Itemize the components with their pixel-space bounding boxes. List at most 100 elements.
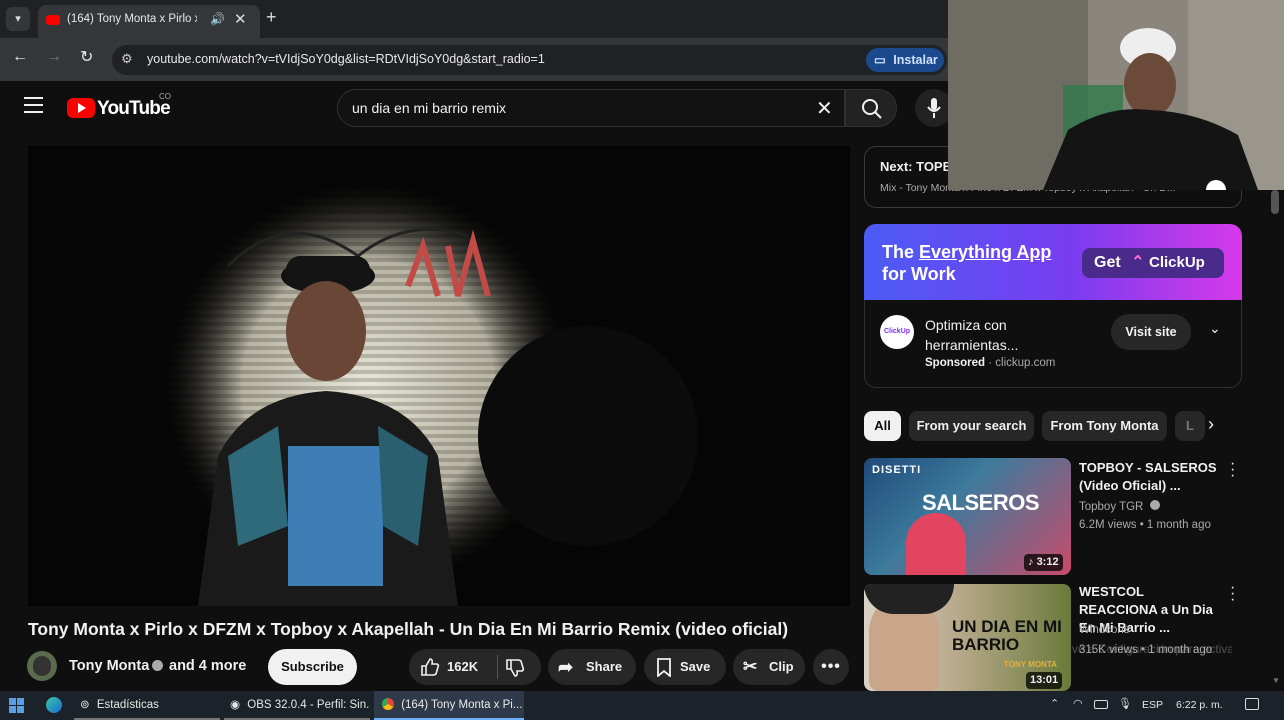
language-indicator[interactable]: ESP — [1142, 699, 1163, 711]
chip-from-your-search[interactable]: From your search — [909, 411, 1034, 441]
url-text: youtube.com/watch?v=tVIdjSoY0dg&list=RDt… — [147, 52, 545, 66]
webcam-overlay — [948, 0, 1284, 190]
page-scrollbar[interactable] — [1271, 190, 1279, 214]
rec-menu-icon-1[interactable]: · · · — [1230, 456, 1235, 484]
thumb-main-text: SALSEROS — [922, 490, 1040, 515]
forward-icon[interactable]: → — [46, 48, 62, 66]
chevron-down-icon[interactable]: ⌄ — [1209, 320, 1221, 337]
install-app-button[interactable]: ▭ Instalar — [866, 48, 944, 72]
chips-next-icon[interactable]: › — [1208, 414, 1214, 435]
dislike-button[interactable] — [498, 649, 541, 685]
search-input[interactable]: un dia en mi barrio remix ✕ — [337, 89, 845, 127]
site-info-icon[interactable]: ⚙ — [121, 51, 133, 67]
chip-partial[interactable]: L — [1175, 411, 1205, 441]
verified-icon — [1149, 500, 1160, 510]
tab-search-button[interactable]: ▾ — [6, 7, 30, 31]
address-bar[interactable]: ⚙ youtube.com/watch?v=tVIdjSoY0dg&list=R… — [112, 45, 947, 75]
network-icon[interactable]: ◠ — [1073, 697, 1083, 710]
reload-icon[interactable]: ↻ — [80, 47, 93, 67]
rec-channel-name-1: Topboy TGR — [1079, 501, 1144, 513]
save-button[interactable]: Save — [644, 649, 726, 685]
rec-title-1[interactable]: TOPBOY - SALSEROS (Video Oficial) ... — [1079, 459, 1219, 495]
taskbar-item-obs-label: OBS 32.0.4 - Perfil: Sin... — [247, 699, 370, 711]
clear-search-icon[interactable]: ✕ — [816, 96, 833, 121]
tab-title: (164) Tony Monta x Pirlo x D — [67, 13, 197, 25]
menu-icon[interactable] — [24, 97, 43, 113]
thumbs-down-icon — [506, 659, 525, 677]
browser-tab-active[interactable]: (164) Tony Monta x Pirlo x D 🔊 ✕ — [38, 5, 260, 38]
country-code: CO — [159, 92, 171, 101]
ad-domain: clickup.com — [995, 357, 1056, 369]
ad-description: Optimiza con herramientas... — [925, 317, 1019, 353]
share-label: Share — [586, 659, 623, 674]
battery-icon[interactable] — [1094, 700, 1108, 709]
duration-badge: 13:01 — [1026, 672, 1063, 689]
tab-audio-icon[interactable]: 🔊 — [210, 12, 225, 26]
visit-site-button[interactable]: Visit site — [1111, 314, 1191, 350]
rec-meta-1: 6.2M views • 1 month ago — [1079, 519, 1211, 531]
taskbar-item-chrome[interactable]: (164) Tony Monta x Pi... — [374, 691, 524, 720]
thumb-sub-text: TONY MONTA — [1004, 660, 1057, 669]
chrome-icon — [382, 698, 394, 710]
search-button[interactable] — [845, 89, 897, 127]
tray-expand-icon[interactable]: ⌃ — [1050, 697, 1059, 710]
subscribe-button[interactable]: Subscribe — [268, 649, 357, 685]
channel-name[interactable]: Tony Monta — [69, 658, 149, 674]
chip-all[interactable]: All — [864, 411, 901, 441]
ad-cta-get: Get — [1094, 254, 1121, 271]
collaborators-label[interactable]: and 4 more — [169, 658, 246, 674]
chip-from-tony-monta[interactable]: From Tony Monta — [1042, 411, 1167, 441]
edge-icon[interactable] — [46, 697, 62, 713]
thumb-top-text: DISETTI — [872, 464, 922, 476]
search-query: un dia en mi barrio remix — [352, 100, 507, 116]
next-label: Next: TOPB — [880, 159, 952, 174]
install-label: Instalar — [893, 53, 938, 67]
scissors-icon: ✂ — [743, 657, 758, 676]
windows-taskbar: ⊚ Estadísticas ◉ OBS 32.0.4 - Perfil: Si… — [0, 691, 1284, 720]
video-frame — [28, 146, 850, 606]
ad-cta-badge: Get ⌃ ClickUp — [1082, 248, 1224, 278]
share-button[interactable]: ➦ Share — [548, 649, 636, 685]
taskbar-item-obs[interactable]: ◉ OBS 32.0.4 - Perfil: Sin... — [224, 691, 370, 720]
advertiser-logo[interactable]: ClickUp — [880, 315, 914, 349]
youtube-wordmark: YouTube — [97, 98, 171, 119]
thumbs-up-icon — [421, 658, 440, 676]
like-button[interactable]: 162K — [409, 649, 497, 685]
ad-headline-line2: for Work — [882, 264, 956, 284]
taskbar-item-stats[interactable]: ⊚ Estadísticas — [74, 691, 220, 720]
bookmark-icon — [657, 658, 671, 677]
system-clock[interactable]: 6:22 p. m. — [1176, 699, 1223, 711]
scroll-down-icon[interactable]: ▼ — [1272, 676, 1280, 685]
microphone-icon — [927, 98, 941, 118]
notifications-icon[interactable] — [1245, 698, 1259, 710]
webcam-feed — [948, 0, 1284, 190]
tab-close-icon[interactable]: ✕ — [234, 10, 247, 28]
clip-button[interactable]: ✂ Clip — [733, 649, 805, 685]
back-icon[interactable]: ← — [12, 48, 28, 66]
video-player[interactable] — [28, 146, 850, 606]
ad-banner-image[interactable]: The Everything App for Work Get ⌃ ClickU… — [864, 224, 1242, 300]
duration-text: 3:12 — [1036, 556, 1059, 568]
thumb-figure — [906, 513, 966, 575]
windows-activation-watermark: ve a Configuración para activar Windows. — [1072, 642, 1232, 656]
duration-badge: ♪ 3:12 — [1024, 554, 1063, 571]
thumb-main-text: UN DIA EN MI BARRIO — [952, 617, 1062, 654]
rec-thumbnail-2[interactable]: UN DIA EN MI BARRIO TONY MONTA 13:01 — [864, 584, 1071, 691]
ad-headline-highlight: Everything App — [919, 242, 1052, 262]
rec-channel-2[interactable]: Windcons — [1079, 621, 1130, 639]
taskbar-item-stats-label: Estadísticas — [96, 699, 159, 711]
thumb-cap — [864, 584, 954, 614]
youtube-logo[interactable]: YouTube CO — [67, 92, 177, 122]
rec-menu-icon-2[interactable]: · · · — [1230, 580, 1235, 608]
save-label: Save — [680, 659, 711, 674]
channel-avatar[interactable] — [27, 651, 57, 681]
windows-start-icon[interactable] — [9, 698, 24, 713]
more-actions-button[interactable]: ••• — [813, 649, 849, 685]
stats-icon: ⊚ — [80, 699, 90, 711]
rec-channel-1[interactable]: Topboy TGR — [1079, 498, 1160, 516]
ad-cta-brand: ClickUp — [1148, 254, 1205, 271]
new-tab-icon[interactable]: + — [266, 7, 277, 28]
like-count: 162K — [447, 659, 479, 674]
microphone-tray-icon[interactable]: 🎙 — [1118, 697, 1132, 710]
rec-thumbnail-1[interactable]: DISETTI SALSEROS ♪ 3:12 — [864, 458, 1071, 575]
